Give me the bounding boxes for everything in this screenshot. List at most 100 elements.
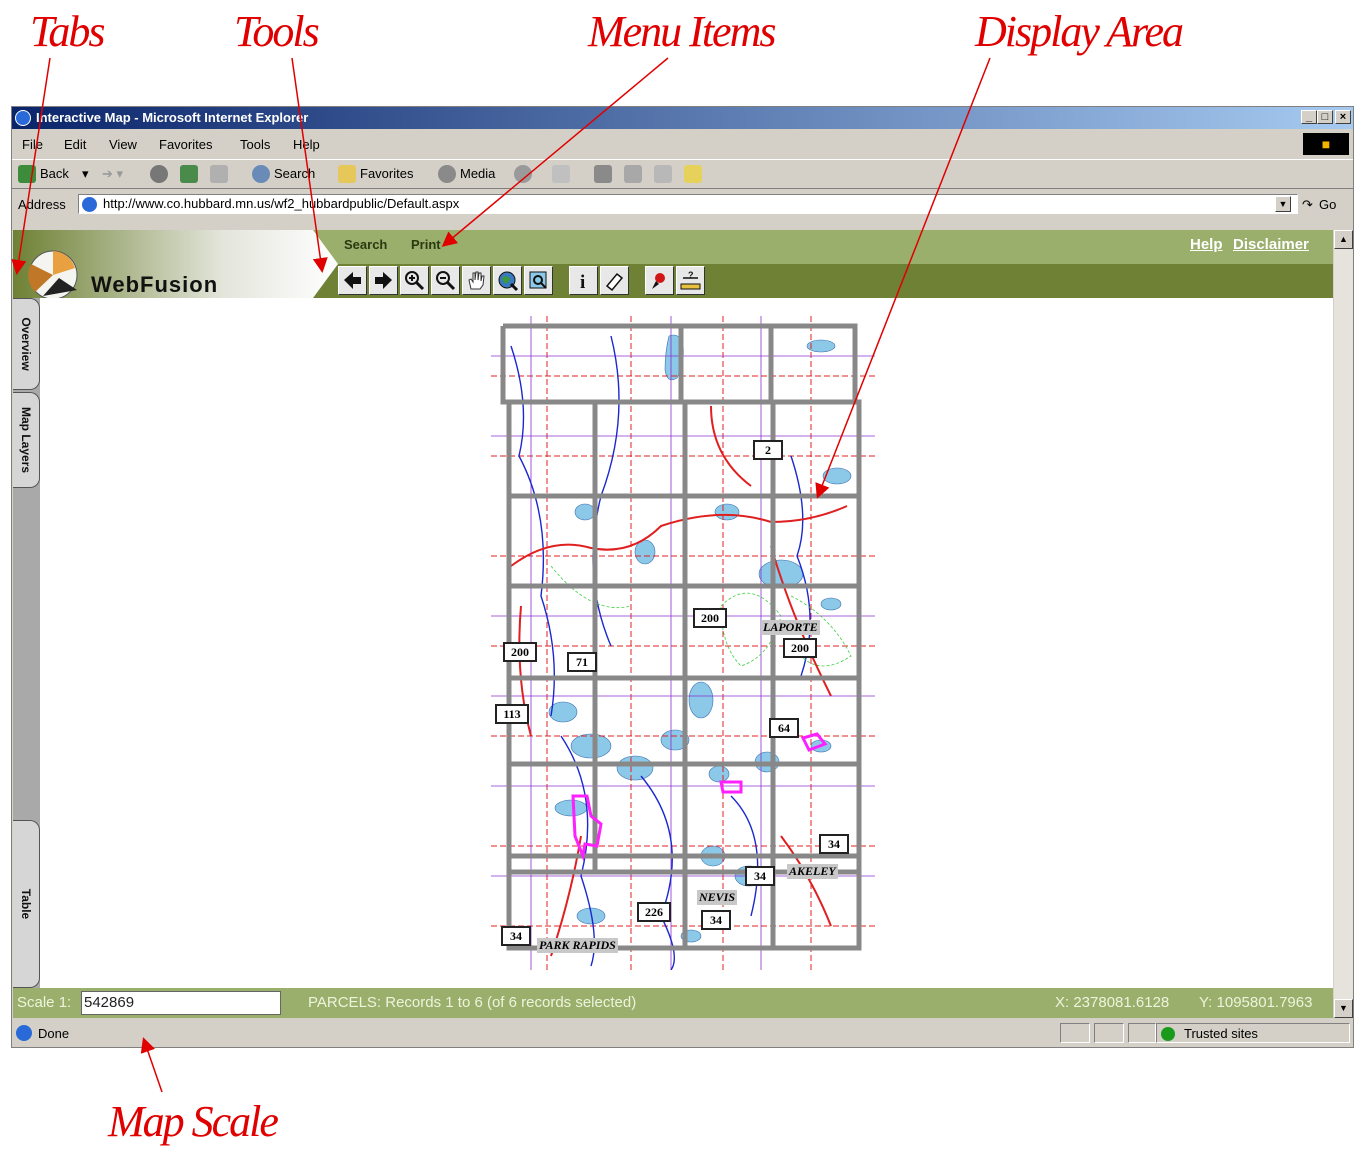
- tab-table-label: Table: [19, 888, 33, 920]
- tab-overview-label: Overview: [19, 317, 33, 371]
- logo-text: WebFusion: [91, 272, 219, 297]
- media-icon: [438, 165, 456, 183]
- media-button[interactable]: Media: [460, 166, 495, 181]
- scale-input[interactable]: 542869: [81, 991, 281, 1015]
- scroll-up-icon[interactable]: ▲: [1334, 230, 1353, 249]
- point-marker-icon: [652, 273, 665, 289]
- highway-shield: 34: [701, 910, 731, 930]
- township-boundaries: [500, 323, 862, 951]
- svg-text:i: i: [580, 272, 585, 292]
- town-label: NEVIS: [697, 890, 738, 905]
- minimize-button[interactable]: _: [1301, 110, 1317, 124]
- side-tabs: Overview Map Layers Table: [13, 298, 40, 988]
- title-bar: Interactive Map - Microsoft Internet Exp…: [12, 107, 1353, 129]
- highway-shield: 200: [503, 642, 537, 662]
- town-label: PARK RAPIDS: [537, 938, 618, 953]
- highway-shield: 200: [693, 608, 727, 628]
- tab-overview[interactable]: Overview: [13, 298, 40, 390]
- zoom-out-icon: [436, 271, 456, 291]
- messenger-icon[interactable]: [684, 165, 702, 183]
- menu-help[interactable]: Help: [293, 137, 320, 152]
- page-content: WebFusion Search Print Help Disclaimer i…: [13, 230, 1333, 1018]
- page-icon: [82, 197, 97, 212]
- identify-tool-button[interactable]: i: [569, 266, 598, 295]
- browser-window: Interactive Map - Microsoft Internet Exp…: [11, 106, 1354, 1048]
- menu-search[interactable]: Search: [344, 237, 387, 252]
- home-icon[interactable]: [210, 165, 228, 183]
- menu-favorites[interactable]: Favorites: [159, 137, 212, 152]
- address-label: Address: [18, 197, 66, 212]
- tab-map-layers-label: Map Layers: [19, 406, 33, 474]
- browser-toolbar: Back ▾ ➔ ▾ Search Favorites Media: [12, 159, 1353, 189]
- zoom-to-layer-tool-button[interactable]: [524, 266, 553, 295]
- search-button[interactable]: Search: [274, 166, 315, 181]
- trusted-check-icon: [1161, 1027, 1175, 1041]
- full-extent-tool-button[interactable]: [493, 266, 522, 295]
- x-coordinate: X: 2378081.6128: [1055, 994, 1170, 1011]
- zoom-out-tool-button[interactable]: [431, 266, 460, 295]
- favorites-icon: [338, 165, 356, 183]
- back-button[interactable]: Back: [40, 166, 69, 181]
- edit-icon[interactable]: [624, 165, 642, 183]
- city-limits: [571, 732, 828, 862]
- discuss-icon[interactable]: [654, 165, 672, 183]
- highway-shield: 200: [783, 638, 817, 658]
- back-dropdown-icon[interactable]: ▾: [82, 166, 89, 182]
- address-input[interactable]: http://www.co.hubbard.mn.us/wf2_hubbardp…: [78, 194, 1298, 214]
- point-marker-tool-button[interactable]: [645, 266, 674, 295]
- back-arrow-icon: [18, 165, 36, 183]
- go-arrow-icon[interactable]: ↷: [1302, 197, 1313, 213]
- menu-tools[interactable]: Tools: [240, 137, 270, 152]
- menu-print[interactable]: Print: [411, 237, 441, 252]
- go-button[interactable]: Go: [1319, 197, 1336, 212]
- identify-icon: i: [580, 272, 585, 292]
- help-link[interactable]: Help: [1190, 236, 1223, 253]
- tab-table[interactable]: Table: [13, 820, 40, 988]
- annotation-tools: Tools: [234, 7, 320, 56]
- security-zone-text: Trusted sites: [1184, 1026, 1258, 1041]
- tab-map-layers[interactable]: Map Layers: [13, 392, 40, 488]
- status-bar: Done Trusted sites: [12, 1020, 1353, 1046]
- search-icon: [252, 165, 270, 183]
- page-done-icon: [16, 1025, 32, 1041]
- stop-icon[interactable]: [150, 165, 168, 183]
- highway-shield: 71: [567, 652, 597, 672]
- highway-shield: 34: [819, 834, 849, 854]
- highway-shield: 2: [753, 440, 783, 460]
- disclaimer-link[interactable]: Disclaimer: [1233, 236, 1309, 253]
- windows-flag-icon: ■: [1303, 133, 1349, 155]
- y-coordinate: Y: 1095801.7963: [1199, 994, 1313, 1011]
- forward-tool-button[interactable]: [369, 266, 398, 295]
- close-button[interactable]: ×: [1335, 110, 1351, 124]
- measure-tool-button[interactable]: ?: [676, 266, 705, 295]
- highway-shield: 34: [745, 866, 775, 886]
- favorites-button[interactable]: Favorites: [360, 166, 413, 181]
- vertical-scrollbar[interactable]: ▲ ▼: [1334, 230, 1353, 1018]
- status-text: Done: [38, 1026, 70, 1041]
- window-title: Interactive Map - Microsoft Internet Exp…: [36, 110, 309, 125]
- refresh-icon[interactable]: [180, 165, 198, 183]
- ie-logo-icon: [15, 110, 31, 126]
- history-icon[interactable]: [514, 165, 532, 183]
- highway-shield: 113: [495, 704, 529, 724]
- pan-tool-button[interactable]: [462, 266, 491, 295]
- erase-tool-button[interactable]: [600, 266, 629, 295]
- scroll-down-icon[interactable]: ▼: [1334, 999, 1353, 1018]
- annotation-tabs: Tabs: [30, 7, 106, 56]
- town-label: LAPORTE: [761, 620, 820, 635]
- menu-edit[interactable]: Edit: [64, 137, 86, 152]
- menu-file[interactable]: File: [22, 137, 43, 152]
- menu-view[interactable]: View: [109, 137, 137, 152]
- mail-icon[interactable]: [552, 165, 570, 183]
- print-icon[interactable]: [594, 165, 612, 183]
- maximize-button[interactable]: □: [1317, 110, 1333, 124]
- forward-button[interactable]: ➔ ▾: [102, 166, 123, 182]
- address-bar: Address http://www.co.hubbard.mn.us/wf2_…: [12, 191, 1353, 219]
- forward-arrow-icon: [375, 272, 392, 289]
- back-tool-button[interactable]: [338, 266, 367, 295]
- annotation-map-scale: Map Scale: [108, 1097, 279, 1146]
- address-dropdown-icon[interactable]: ▼: [1275, 196, 1291, 212]
- menu-bar: File Edit View Favorites Tools Help ■: [12, 131, 1353, 157]
- scale-label: Scale 1:: [17, 994, 72, 1011]
- zoom-in-tool-button[interactable]: [400, 266, 429, 295]
